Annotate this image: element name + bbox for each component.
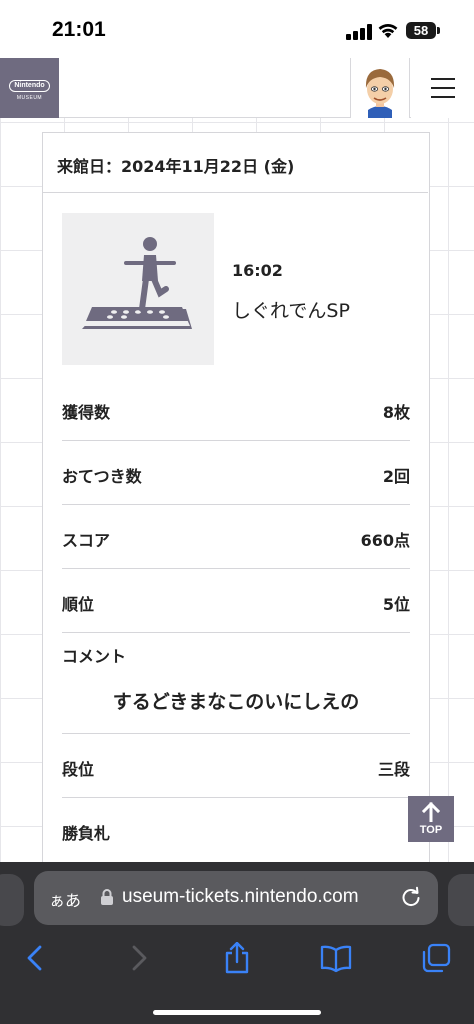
stat-label: 順位 — [62, 595, 95, 614]
previous-tab-peek[interactable] — [0, 874, 24, 926]
tabs-icon[interactable] — [420, 942, 452, 974]
stat-row-dan: 段位 三段 — [62, 734, 410, 798]
stat-row-faults: おてつき数 2回 — [62, 441, 410, 505]
stat-label: スコア — [62, 531, 111, 550]
stat-value: 8枚 — [382, 403, 410, 422]
next-tab-peek[interactable] — [448, 874, 474, 926]
logo-brand: Nintendo — [9, 80, 50, 92]
battery-cap — [437, 27, 440, 34]
comment-row: コメント するどきまなこのいにしえの — [62, 621, 410, 734]
play-time: 16:02 — [232, 261, 283, 280]
browser-toolbar: ぁあ useum-tickets.nintendo.com — [0, 862, 474, 1024]
stat-row-cards: 獲得数 8枚 — [62, 377, 410, 441]
comment-text: するどきまなこのいにしえの — [112, 691, 360, 713]
stat-value: 2回 — [382, 467, 410, 486]
page-settings-button[interactable]: ぁあ — [49, 887, 81, 911]
lock-icon — [101, 889, 113, 905]
nintendo-museum-logo[interactable]: Nintendo MUSEUM — [0, 58, 59, 118]
person-on-mat-icon — [62, 213, 214, 365]
stat-label: 獲得数 — [62, 403, 111, 422]
stat-label: おてつき数 — [62, 467, 142, 486]
stat-value: 660点 — [360, 531, 410, 550]
chevron-right-icon[interactable] — [122, 942, 154, 974]
url-text: useum-tickets.nintendo.com — [122, 886, 359, 907]
play-title: しぐれでんSP — [232, 300, 350, 322]
visit-date: 来館日：2024年11月22日 (金) — [57, 157, 295, 176]
reload-icon[interactable] — [400, 886, 422, 908]
book-icon[interactable] — [320, 942, 352, 974]
play-record-card: 来館日：2024年11月22日 (金) 16:02 しぐれでんSP 獲得数 8枚… — [42, 132, 430, 862]
battery-icon: 58 — [406, 22, 436, 39]
site-header: Nintendo MUSEUM — [0, 58, 474, 118]
stat-label: 段位 — [62, 760, 95, 779]
chevron-left-icon[interactable] — [20, 942, 52, 974]
logo-sub: MUSEUM — [16, 95, 43, 101]
share-icon[interactable] — [221, 942, 253, 974]
avatar-icon — [365, 69, 395, 118]
comment-label: コメント — [62, 647, 127, 666]
top-label: TOP — [419, 824, 443, 836]
stat-value: 5位 — [382, 595, 410, 614]
visit-date-row: 来館日：2024年11月22日 (金) — [43, 133, 428, 193]
status-time: 21:01 — [52, 18, 106, 41]
wifi-icon — [378, 23, 398, 38]
cellular-signal-icon — [346, 24, 372, 40]
back-to-top-button[interactable]: TOP — [408, 796, 454, 842]
stat-label: 勝負札 — [62, 824, 111, 843]
home-indicator — [153, 1010, 321, 1015]
arrow-up-icon — [422, 802, 440, 822]
hamburger-menu-icon[interactable] — [411, 58, 474, 118]
mii-avatar[interactable] — [350, 58, 410, 118]
stat-row-card-label: 勝負札 — [62, 798, 410, 862]
web-page: Nintendo MUSEUM 来館日：2024年11月22日 (金) 16:0… — [0, 58, 474, 862]
status-bar: 21:01 58 — [0, 0, 474, 58]
battery-level: 58 — [413, 23, 429, 38]
stat-row-score: スコア 660点 — [62, 505, 410, 569]
stat-value: 三段 — [377, 760, 410, 779]
address-bar[interactable]: ぁあ useum-tickets.nintendo.com — [34, 871, 438, 925]
